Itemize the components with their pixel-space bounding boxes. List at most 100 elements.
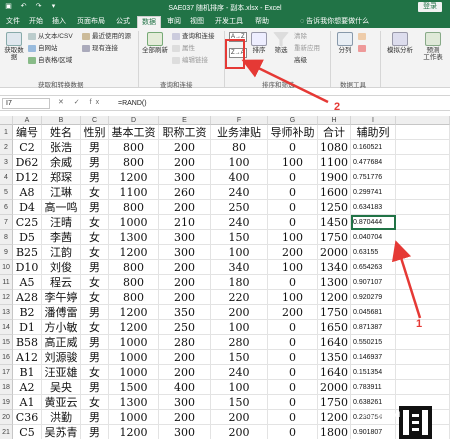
table-cell[interactable]: 400 bbox=[159, 380, 211, 395]
column-header-d[interactable]: D bbox=[109, 116, 159, 125]
table-cell[interactable]: A1 bbox=[13, 395, 42, 410]
column-header-e[interactable]: E bbox=[159, 116, 211, 125]
table-cell[interactable]: 张浩 bbox=[42, 140, 81, 155]
table-cell[interactable]: 800 bbox=[109, 260, 159, 275]
remove-duplicates-icon[interactable] bbox=[358, 45, 368, 53]
table-cell[interactable]: 0.907107 bbox=[351, 275, 396, 290]
tell-me-search[interactable]: ◌ 告诉我你想要做什么 bbox=[300, 16, 369, 27]
table-cell[interactable]: 1300 bbox=[318, 275, 351, 290]
table-cell[interactable]: 0.870444 bbox=[351, 215, 396, 230]
table-cell[interactable]: 男 bbox=[81, 425, 109, 439]
table-cell[interactable]: 1450 bbox=[318, 215, 351, 230]
table-cell[interactable]: 200 bbox=[159, 350, 211, 365]
table-cell[interactable]: 1300 bbox=[109, 395, 159, 410]
table-cell[interactable]: 男 bbox=[81, 380, 109, 395]
advanced-filter-button[interactable]: 高级 bbox=[294, 57, 307, 65]
table-cell[interactable]: 高正威 bbox=[42, 335, 81, 350]
table-cell[interactable]: 0 bbox=[268, 185, 318, 200]
table-cell[interactable]: 女 bbox=[81, 290, 109, 305]
existing-connections-button[interactable]: 现有连接 bbox=[82, 45, 118, 53]
table-cell[interactable]: 吴苏青 bbox=[42, 425, 81, 439]
properties-button[interactable]: 属性 bbox=[172, 45, 195, 53]
table-cell[interactable]: 0.63155 bbox=[351, 245, 396, 260]
table-cell[interactable]: 男 bbox=[81, 140, 109, 155]
tab-page-layout[interactable]: 页面布局 bbox=[72, 16, 110, 28]
select-all-corner[interactable] bbox=[0, 116, 13, 125]
table-cell[interactable]: D12 bbox=[13, 170, 42, 185]
table-cell[interactable]: 1300 bbox=[109, 230, 159, 245]
table-cell[interactable]: 210 bbox=[159, 215, 211, 230]
row-header[interactable]: 15 bbox=[0, 335, 13, 350]
table-cell[interactable]: 0 bbox=[268, 275, 318, 290]
table-cell[interactable]: 100 bbox=[268, 260, 318, 275]
table-cell[interactable]: 280 bbox=[159, 335, 211, 350]
from-table-button[interactable]: 自表格/区域 bbox=[28, 57, 72, 65]
name-box[interactable]: I7 bbox=[2, 98, 50, 109]
column-header-c[interactable]: C bbox=[81, 116, 109, 125]
table-cell[interactable]: A12 bbox=[13, 350, 42, 365]
table-cell[interactable]: 男 bbox=[81, 170, 109, 185]
table-cell[interactable]: 1200 bbox=[109, 425, 159, 439]
table-cell[interactable]: 1000 bbox=[109, 350, 159, 365]
table-cell[interactable] bbox=[396, 185, 450, 200]
table-cell[interactable] bbox=[396, 155, 450, 170]
table-cell[interactable]: 0 bbox=[268, 170, 318, 185]
table-cell[interactable]: 0 bbox=[268, 140, 318, 155]
table-cell[interactable]: 1200 bbox=[109, 305, 159, 320]
table-cell[interactable] bbox=[396, 410, 450, 425]
table-cell[interactable]: 1000 bbox=[109, 410, 159, 425]
table-cell[interactable]: A5 bbox=[13, 275, 42, 290]
table-cell[interactable] bbox=[396, 350, 450, 365]
table-cell[interactable]: 女 bbox=[81, 185, 109, 200]
table-cell[interactable]: 800 bbox=[109, 200, 159, 215]
row-header[interactable]: 5 bbox=[0, 185, 13, 200]
table-cell[interactable]: 0.638261 bbox=[351, 395, 396, 410]
row-header[interactable]: 8 bbox=[0, 230, 13, 245]
table-cell[interactable]: 刘源骏 bbox=[42, 350, 81, 365]
table-cell[interactable] bbox=[396, 365, 450, 380]
table-cell[interactable]: 150 bbox=[211, 230, 268, 245]
row-header[interactable]: 12 bbox=[0, 290, 13, 305]
table-cell[interactable]: 女 bbox=[81, 230, 109, 245]
row-header[interactable]: 9 bbox=[0, 245, 13, 260]
table-cell[interactable]: 0 bbox=[268, 320, 318, 335]
table-cell[interactable]: 150 bbox=[211, 395, 268, 410]
table-cell[interactable]: 200 bbox=[159, 140, 211, 155]
tab-data[interactable]: 数据 bbox=[137, 16, 161, 28]
header-cell[interactable]: 合计 bbox=[318, 125, 351, 140]
reapply-button[interactable]: 重新应用 bbox=[294, 45, 320, 53]
table-cell[interactable] bbox=[396, 335, 450, 350]
table-cell[interactable]: 100 bbox=[211, 245, 268, 260]
table-cell[interactable]: C36 bbox=[13, 410, 42, 425]
table-cell[interactable]: 800 bbox=[109, 275, 159, 290]
from-text-csv-button[interactable]: 从文本/CSV bbox=[28, 33, 73, 41]
table-cell[interactable]: 200 bbox=[268, 245, 318, 260]
table-cell[interactable]: 240 bbox=[211, 185, 268, 200]
row-header[interactable]: 13 bbox=[0, 305, 13, 320]
flash-fill-icon[interactable] bbox=[358, 33, 368, 41]
table-cell[interactable]: D1 bbox=[13, 320, 42, 335]
what-if-button[interactable]: 模拟分析 bbox=[384, 32, 416, 54]
formula-buttons[interactable]: ✕ ✓ fx bbox=[58, 98, 103, 106]
sort-descending-button[interactable]: Z→A bbox=[229, 48, 247, 58]
table-cell[interactable]: 0.045681 bbox=[351, 305, 396, 320]
table-cell[interactable]: 0 bbox=[268, 365, 318, 380]
table-cell[interactable]: 1000 bbox=[109, 335, 159, 350]
table-cell[interactable]: 220 bbox=[211, 290, 268, 305]
table-cell[interactable]: 200 bbox=[268, 305, 318, 320]
table-cell[interactable]: 100 bbox=[211, 155, 268, 170]
header-cell[interactable]: 基本工资 bbox=[109, 125, 159, 140]
header-cell[interactable]: 性别 bbox=[81, 125, 109, 140]
header-cell[interactable]: 辅助列 bbox=[351, 125, 396, 140]
table-cell[interactable]: D62 bbox=[13, 155, 42, 170]
table-cell[interactable]: 1750 bbox=[318, 305, 351, 320]
refresh-all-button[interactable]: 全部刷新 bbox=[142, 32, 168, 54]
table-cell[interactable]: 0.634183 bbox=[351, 200, 396, 215]
column-header-g[interactable]: G bbox=[268, 116, 318, 125]
table-cell[interactable] bbox=[396, 380, 450, 395]
clear-filter-button[interactable]: 清除 bbox=[294, 33, 307, 41]
column-header-f[interactable]: F bbox=[211, 116, 268, 125]
table-cell[interactable]: 洪勤 bbox=[42, 410, 81, 425]
table-cell[interactable]: 0.920279 bbox=[351, 290, 396, 305]
table-cell[interactable] bbox=[396, 215, 450, 230]
